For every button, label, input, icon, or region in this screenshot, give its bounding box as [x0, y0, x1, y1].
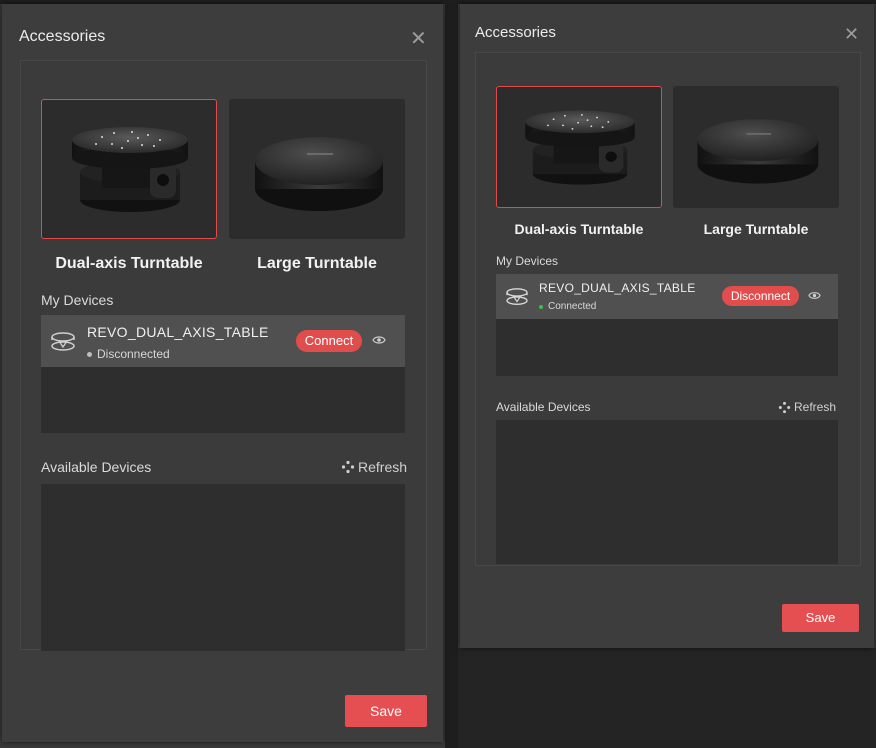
disconnect-button[interactable]: Disconnect: [722, 286, 799, 306]
device-row[interactable]: REVO_DUAL_AXIS_TABLE Disconnected Connec…: [41, 315, 405, 367]
refresh-label: Refresh: [358, 459, 408, 475]
card-label-dual-axis: Dual-axis Turntable: [55, 255, 203, 272]
device-status-text: Disconnected: [97, 347, 170, 361]
background-divider: [445, 0, 458, 748]
device-status-text: Connected: [548, 301, 597, 312]
dual-axis-turntable-image: [72, 127, 188, 212]
accessories-dialog-right: Accessories ✕ Dual-axis Turntable Large …: [460, 4, 874, 648]
refresh-label: Refresh: [794, 400, 837, 414]
card-large-turntable[interactable]: [229, 99, 405, 239]
my-devices-label: My Devices: [496, 254, 559, 268]
status-dot: [539, 304, 543, 309]
card-label-large: Large Turntable: [257, 255, 377, 272]
device-name: REVO_DUAL_AXIS_TABLE: [539, 281, 696, 295]
my-devices-panel: REVO_DUAL_AXIS_TABLE Disconnected Connec…: [41, 315, 405, 433]
dual-axis-turntable-image: [525, 110, 635, 185]
card-dual-axis-turntable[interactable]: [41, 99, 217, 239]
info-icon[interactable]: [808, 289, 821, 302]
dialog-title: Accessories: [19, 28, 106, 45]
available-devices-label: Available Devices: [496, 400, 591, 414]
turntable-device-icon: [506, 288, 528, 305]
refresh-icon: [778, 401, 791, 413]
status-dot: [87, 351, 92, 357]
connect-button[interactable]: Connect: [296, 330, 362, 352]
dialog-content: Dual-axis Turntable Large Turntable My D…: [475, 52, 861, 566]
card-large-turntable[interactable]: [673, 86, 839, 208]
large-turntable-image: [697, 119, 819, 184]
info-icon[interactable]: [372, 333, 386, 347]
accessories-dialog-left: Accessories ✕ Dual-axis Turntable Large …: [2, 4, 443, 742]
available-devices-panel: [41, 484, 405, 651]
save-button[interactable]: Save: [345, 695, 427, 727]
large-turntable-image: [255, 137, 383, 211]
device-name: REVO_DUAL_AXIS_TABLE: [87, 324, 269, 340]
device-status: Disconnected: [87, 347, 170, 361]
close-icon[interactable]: ✕: [844, 25, 859, 43]
my-devices-label: My Devices: [41, 292, 114, 308]
dialog-content: Dual-axis Turntable Large Turntable My D…: [20, 60, 427, 651]
save-button[interactable]: Save: [782, 604, 859, 632]
turntable-device-icon: [51, 332, 75, 351]
available-devices-panel: [496, 420, 838, 564]
background-bottom-right: [458, 648, 876, 748]
refresh-button[interactable]: Refresh: [778, 400, 836, 414]
card-dual-axis-turntable[interactable]: [496, 86, 662, 208]
card-label-dual-axis: Dual-axis Turntable: [514, 221, 644, 237]
refresh-button[interactable]: Refresh: [341, 459, 407, 475]
device-status: Connected: [539, 301, 596, 312]
available-devices-label: Available Devices: [41, 459, 152, 475]
my-devices-panel: REVO_DUAL_AXIS_TABLE Connected Disconnec…: [496, 274, 838, 376]
close-icon[interactable]: ✕: [410, 29, 427, 49]
dialog-title: Accessories: [475, 24, 556, 41]
device-row[interactable]: REVO_DUAL_AXIS_TABLE Connected Disconnec…: [496, 274, 838, 319]
refresh-icon: [341, 460, 355, 474]
card-label-large: Large Turntable: [703, 221, 809, 237]
